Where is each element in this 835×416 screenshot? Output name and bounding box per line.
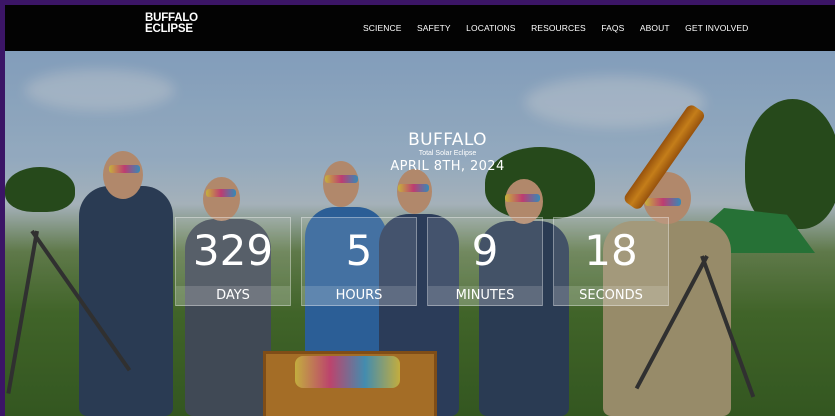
days-label: DAYS	[176, 286, 290, 306]
site-header: BUFFALO ECLIPSE SCIENCE SAFETY LOCATIONS…	[5, 5, 835, 51]
nav-link-resources[interactable]: RESOURCES	[531, 23, 586, 33]
buffalo-eclipse-logo[interactable]: BUFFALO ECLIPSE	[145, 12, 198, 35]
eclipse-date: APRIL 8TH, 2024	[390, 159, 505, 174]
nav-link-about[interactable]: ABOUT	[640, 23, 670, 33]
nav-link-get-involved[interactable]: GET INVOLVED	[685, 23, 748, 33]
nav-link-locations[interactable]: LOCATIONS	[466, 23, 515, 33]
seconds-value: 18	[584, 226, 638, 275]
eclipse-countdown: 329 DAYS 5 HOURS 9 MINUTES 18 SECONDS	[175, 217, 680, 306]
minutes-value: 9	[471, 226, 499, 275]
page-frame: BUFFALO ECLIPSE SCIENCE SAFETY LOCATIONS…	[0, 0, 835, 416]
countdown-minutes: 9 MINUTES	[427, 217, 543, 306]
countdown-hours: 5 HOURS	[301, 217, 417, 306]
city-heading: BUFFALO	[408, 130, 487, 150]
hours-label: HOURS	[302, 286, 416, 306]
seconds-label: SECONDS	[554, 286, 668, 306]
nav-link-science[interactable]: SCIENCE	[363, 23, 402, 33]
logo-line-eclipse: ECLIPSE	[145, 23, 193, 35]
eclipse-title-block: BUFFALO Total Solar Eclipse APRIL 8TH, 2…	[325, 131, 570, 174]
countdown-days: 329 DAYS	[175, 217, 291, 306]
days-value: 329	[192, 226, 274, 275]
main-navigation: SCIENCE SAFETY LOCATIONS RESOURCES FAQS …	[363, 5, 764, 51]
minutes-label: MINUTES	[428, 286, 542, 306]
hours-value: 5	[345, 226, 373, 275]
countdown-seconds: 18 SECONDS	[553, 217, 669, 306]
nav-link-safety[interactable]: SAFETY	[417, 23, 451, 33]
hero-section: BUFFALO Total Solar Eclipse APRIL 8TH, 2…	[5, 51, 835, 416]
nav-link-faqs[interactable]: FAQS	[601, 23, 624, 33]
eclipse-subtitle: Total Solar Eclipse	[418, 150, 477, 157]
